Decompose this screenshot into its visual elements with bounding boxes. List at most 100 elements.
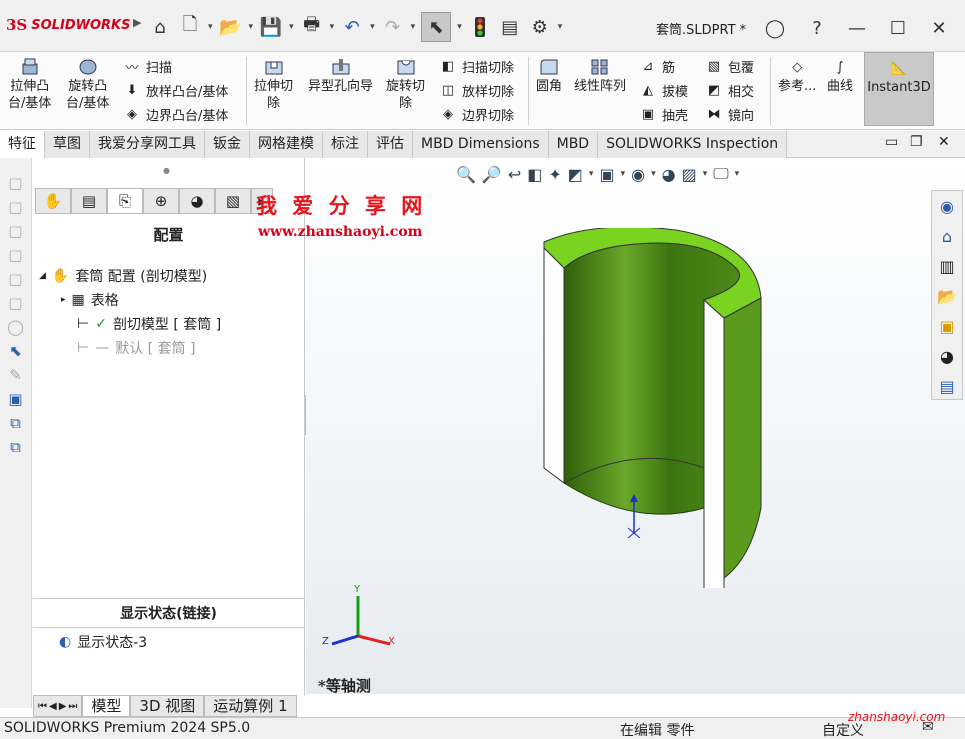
revolved-boss-button[interactable]: 旋转凸 台/基体: [66, 56, 109, 112]
custom-properties-icon[interactable]: ▤: [932, 371, 962, 401]
chevron-down-icon[interactable]: ▾: [289, 22, 294, 32]
tab-model[interactable]: 模型: [82, 695, 131, 717]
close-doc-icon[interactable]: ✕: [938, 134, 950, 150]
tab-share-tools[interactable]: 我爱分享网工具: [90, 131, 205, 158]
tab-scroll-controls[interactable]: ⏮ ◀ ▶ ⏭: [33, 695, 83, 717]
chevron-down-icon[interactable]: ▾: [621, 169, 626, 179]
home-icon[interactable]: ⌂: [932, 221, 962, 251]
graphics-area[interactable]: 🔍 🔎 ↩ ◧ ✦ ◩ ▾ ▣ ▾ ◉ ▾ ◕ ▨ ▾ 🖵 ▾ 我 爱 分 享 …: [256, 158, 965, 695]
chevron-down-icon[interactable]: ◢: [39, 271, 46, 281]
view-palette-icon[interactable]: ▣: [932, 311, 962, 341]
redo-icon[interactable]: ↷: [381, 15, 405, 39]
hole-wizard-button[interactable]: 异型孔向导: [308, 56, 373, 95]
part-model[interactable]: [536, 228, 776, 588]
chevron-down-icon[interactable]: ▾: [558, 22, 563, 32]
help-icon[interactable]: ?: [805, 16, 829, 40]
tab-inspection[interactable]: SOLIDWORKS Inspection: [598, 131, 788, 158]
tab-motion-study[interactable]: 运动算例 1: [204, 695, 297, 717]
tab-mbd[interactable]: MBD: [548, 131, 599, 158]
property-manager-tab-icon[interactable]: ▤: [71, 188, 107, 214]
extruded-cut-button[interactable]: 拉伸切 除: [254, 56, 293, 112]
select-tool-icon[interactable]: ⬉: [9, 342, 22, 360]
chevron-down-icon[interactable]: ▾: [330, 22, 335, 32]
intersect-button[interactable]: ◩ 相交: [704, 78, 754, 102]
previous-view-icon[interactable]: ↩: [508, 165, 521, 184]
file-properties-icon[interactable]: ▤: [498, 15, 522, 39]
zoom-to-fit-icon[interactable]: 🔍: [456, 165, 476, 184]
cam-tab-icon[interactable]: ▧: [215, 188, 251, 214]
restore-doc-icon[interactable]: ▭: [885, 134, 898, 150]
boundary-boss-button[interactable]: ◈ 边界凸台/基体: [122, 102, 228, 126]
chevron-down-icon[interactable]: ▾: [370, 22, 375, 32]
swept-cut-button[interactable]: ◧ 扫描切除: [438, 54, 514, 78]
zoom-area-icon[interactable]: 🔎: [482, 165, 502, 184]
file-explorer-icon[interactable]: 📂: [932, 281, 962, 311]
tree-root[interactable]: ◢ ✋ 套筒 配置 (剖切模型): [39, 264, 221, 288]
feature-manager-tab-icon[interactable]: ✋: [35, 188, 71, 214]
lofted-cut-button[interactable]: ◫ 放样切除: [438, 78, 514, 102]
new-document-icon[interactable]: 🗋: [178, 14, 202, 39]
restore-window-icon[interactable]: ❐: [910, 134, 923, 150]
tree-item-active-config[interactable]: ⊢ ✓ 剖切模型 [ 套筒 ]: [39, 312, 221, 336]
menu-expand-icon[interactable]: ▶: [133, 16, 141, 29]
display-manager-tab-icon[interactable]: ◕: [179, 188, 215, 214]
previous-tab-icon[interactable]: ◀: [49, 701, 57, 712]
hide-show-icon[interactable]: ◉: [631, 165, 645, 184]
copy-tool-icon[interactable]: ⧉: [10, 414, 21, 432]
edit-appearance-icon[interactable]: ◕: [662, 165, 676, 184]
save-icon[interactable]: 💾: [259, 15, 283, 39]
last-tab-icon[interactable]: ⏭: [68, 701, 77, 712]
solidworks-resources-icon[interactable]: ◉: [932, 191, 962, 221]
view-orientation-icon[interactable]: ◩: [568, 165, 583, 184]
draft-button[interactable]: ◭ 拔模: [638, 78, 688, 102]
dynamic-annotation-icon[interactable]: ✦: [548, 165, 561, 184]
chevron-down-icon[interactable]: ▾: [249, 22, 254, 32]
close-icon[interactable]: ✕: [927, 16, 951, 40]
maximize-icon[interactable]: ☐: [886, 16, 910, 40]
boundary-cut-button[interactable]: ◈ 边界切除: [438, 102, 514, 126]
display-tool-icon[interactable]: ▣: [8, 390, 22, 408]
display-style-icon[interactable]: ▣: [599, 165, 614, 184]
user-icon[interactable]: ◯: [763, 16, 787, 40]
tab-sheet-metal[interactable]: 钣金: [205, 131, 250, 158]
chevron-down-icon[interactable]: ▾: [208, 22, 213, 32]
first-tab-icon[interactable]: ⏮: [38, 701, 47, 712]
reference-geometry-button[interactable]: ◇ 参考...: [778, 56, 816, 95]
minimize-icon[interactable]: —: [845, 16, 869, 40]
panel-grip-icon[interactable]: ●: [163, 166, 170, 175]
home-icon[interactable]: ⌂: [148, 15, 172, 39]
sweep-button[interactable]: 〰扫描: [122, 54, 228, 78]
paste-tool-icon[interactable]: ⧉: [10, 438, 21, 456]
chevron-down-icon[interactable]: ▾: [651, 169, 656, 179]
tree-item-default-config[interactable]: ⊢ — 默认 [ 套筒 ]: [39, 336, 221, 360]
chevron-down-icon[interactable]: ▾: [457, 22, 462, 32]
curves-button[interactable]: ∫ 曲线: [827, 56, 853, 95]
wrap-button[interactable]: ▧ 包覆: [704, 54, 754, 78]
design-library-icon[interactable]: ▥: [932, 251, 962, 281]
fillet-button[interactable]: 圆角: [536, 56, 562, 95]
tab-3d-views[interactable]: 3D 视图: [130, 695, 205, 717]
open-icon[interactable]: 📂: [219, 15, 243, 39]
tab-markup[interactable]: 标注: [323, 131, 368, 158]
select-icon[interactable]: ⬉: [421, 12, 452, 42]
configuration-manager-tab-icon[interactable]: ⎘: [107, 188, 143, 214]
revolved-cut-button[interactable]: 旋转切 除: [386, 56, 425, 112]
shell-button[interactable]: ▣ 抽壳: [638, 102, 688, 126]
loft-boss-button[interactable]: ⬇ 放样凸台/基体: [122, 78, 229, 102]
print-icon[interactable]: 🖶: [300, 14, 324, 39]
chevron-down-icon[interactable]: ▾: [589, 169, 594, 179]
traffic-light-icon[interactable]: [468, 15, 492, 39]
chevron-down-icon[interactable]: ▾: [735, 169, 740, 179]
chevron-down-icon[interactable]: ▾: [703, 169, 708, 179]
dimxpert-tab-icon[interactable]: ⊕: [143, 188, 179, 214]
extruded-boss-button[interactable]: 拉伸凸 台/基体: [8, 56, 51, 112]
tab-mbd-dimensions[interactable]: MBD Dimensions: [413, 131, 549, 158]
undo-icon[interactable]: ↶: [340, 15, 364, 39]
mirror-button[interactable]: ⧓ 镜向: [704, 102, 755, 126]
tree-item-table[interactable]: ▸ ▦ 表格: [39, 288, 221, 312]
appearances-icon[interactable]: ◕: [932, 341, 962, 371]
instant3d-button[interactable]: 📐 Instant3D: [864, 52, 934, 126]
display-state-item[interactable]: ◐ 显示状态-3: [59, 632, 147, 652]
apply-scene-icon[interactable]: ▨: [682, 165, 697, 184]
chevron-right-icon[interactable]: ▸: [61, 295, 66, 305]
